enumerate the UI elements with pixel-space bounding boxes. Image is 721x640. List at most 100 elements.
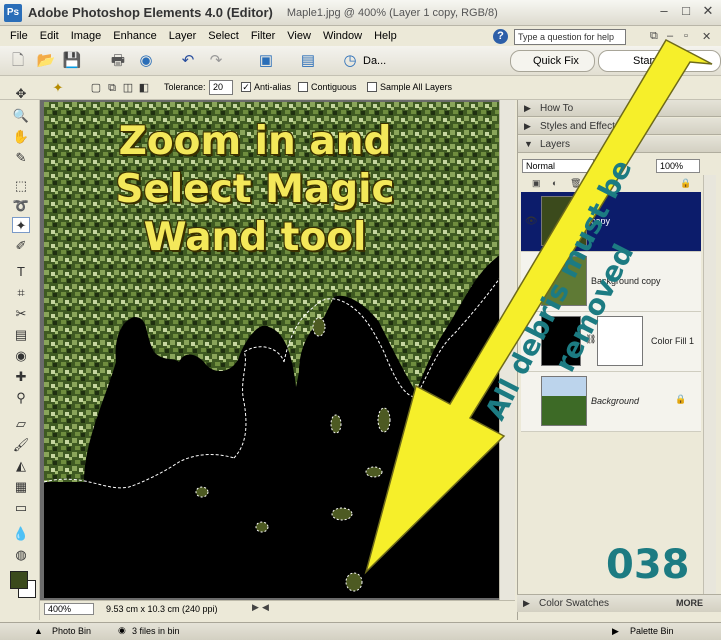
eye-icon[interactable]: 👁 [525, 216, 538, 227]
crop-tool-icon[interactable]: ⌗ [12, 285, 30, 301]
foreground-color-swatch[interactable] [10, 571, 28, 589]
brush-tool-icon[interactable]: 🖌 [12, 437, 30, 453]
intersect-selection-icon[interactable]: ◧ [134, 78, 154, 98]
instruction-overlay: Zoom in and Select Magic Wand tool [60, 118, 450, 262]
zoom-level-input[interactable]: 400% [44, 603, 94, 615]
menu-window[interactable]: Window [317, 30, 368, 42]
instruction-line: Zoom in and [118, 119, 392, 164]
menu-image[interactable]: Image [65, 30, 108, 42]
delete-layer-icon[interactable]: 🗑 [570, 178, 581, 189]
adjustment-layer-icon[interactable]: ◐ [552, 178, 557, 188]
clone-stamp-tool-icon[interactable]: ⚲ [12, 390, 30, 406]
blur-tool-icon[interactable]: 💧 [12, 526, 30, 542]
menu-view[interactable]: View [281, 30, 317, 42]
zoom-tool-icon[interactable]: 🔍 [12, 108, 30, 124]
help-icon[interactable]: ? [493, 29, 508, 44]
magic-wand-tool-icon[interactable]: ✦ [12, 217, 30, 233]
lock-layer-icon[interactable]: 🔒 [680, 178, 691, 189]
menu-filter[interactable]: Filter [245, 30, 281, 42]
menu-layer[interactable]: Layer [163, 30, 203, 42]
options-bar: ✦ ▢ ⧉ ◫ ◧ Tolerance: 20 ✓ Anti-alias Con… [0, 76, 721, 100]
more-button[interactable]: MORE [676, 595, 703, 612]
date-view-button[interactable]: Da... [363, 51, 386, 71]
hand-tool-icon[interactable]: ✋ [12, 129, 30, 145]
type-tool-icon[interactable]: T [12, 264, 30, 280]
layers-scrollbar[interactable] [703, 175, 716, 595]
new-file-icon[interactable]: 🗋 [8, 51, 28, 71]
layer-row[interactable]: Background 🔒 [521, 372, 701, 432]
collapse-triangle-icon: ▶ [524, 121, 531, 131]
new-layer-icon[interactable]: ▣ [532, 178, 541, 189]
paint-bucket-tool-icon[interactable]: ◭ [12, 458, 30, 474]
palette-bin-label[interactable]: Palette Bin [630, 626, 674, 636]
date-view-icon[interactable]: ◷ [340, 51, 360, 71]
toolbox: ✥ 🔍 ✋ ✎ ⬚ ➰ ✦ ✐ T ⌗ ✂ ▤ ◉ ✚ ⚲ ▱ 🖌 ◭ ▦ ▭ … [0, 86, 40, 620]
how-to-palette-header[interactable]: ▶ How To [518, 100, 721, 117]
save-icon[interactable]: 💾 [62, 51, 82, 71]
marquee-tool-icon[interactable]: ⬚ [12, 178, 30, 194]
bin-options-icon[interactable]: ◉ [118, 625, 126, 636]
lasso-tool-icon[interactable]: ➰ [12, 198, 30, 214]
healing-brush-tool-icon[interactable]: ✚ [12, 369, 30, 385]
doc-maximize-icon[interactable]: ▫ [684, 30, 688, 42]
organizer-icon[interactable]: ▤ [298, 51, 318, 71]
redo-icon[interactable]: ↷ [206, 51, 226, 71]
cookie-cutter-tool-icon[interactable]: ✂ [12, 306, 30, 322]
menu-file[interactable]: File [4, 30, 34, 42]
opacity-input[interactable]: 100% [656, 159, 700, 173]
red-eye-tool-icon[interactable]: ◉ [12, 348, 30, 364]
online-services-icon[interactable]: ◉ [136, 51, 156, 71]
palette-bin-toggle-icon[interactable]: ▶ [612, 626, 619, 637]
anti-alias-label: Anti-alias [254, 82, 292, 92]
straighten-tool-icon[interactable]: ▤ [12, 327, 30, 343]
layer-thumbnail [541, 376, 587, 426]
bottom-bar: ▲ Photo Bin ◉ 3 files in bin ▶ Palette B… [0, 622, 721, 640]
gradient-tool-icon[interactable]: ▦ [12, 479, 30, 495]
selection-brush-tool-icon[interactable]: ✐ [12, 238, 30, 254]
photo-browser-icon[interactable]: ▣ [256, 51, 276, 71]
menu-select[interactable]: Select [202, 30, 245, 42]
quick-fix-button[interactable]: Quick Fix [510, 50, 595, 72]
tolerance-input[interactable]: 20 [209, 80, 233, 95]
undo-icon[interactable]: ↶ [178, 51, 198, 71]
contiguous-checkbox[interactable] [298, 82, 308, 92]
color-swatches-label: Color Swatches [539, 598, 610, 609]
photo-bin-toggle-icon[interactable]: ▲ [34, 626, 43, 636]
move-tool-icon[interactable]: ✥ [12, 86, 30, 102]
close-button[interactable]: ✕ [701, 4, 715, 18]
standard-edit-button[interactable]: Standa [598, 50, 721, 72]
sponge-tool-icon[interactable]: ◍ [12, 547, 30, 563]
eyedropper-tool-icon[interactable]: ✎ [12, 150, 30, 166]
menu-edit[interactable]: Edit [34, 30, 65, 42]
title-bar: Ps Adobe Photoshop Elements 4.0 (Editor)… [0, 0, 721, 26]
help-search-input[interactable]: Type a question for help [514, 29, 626, 45]
minimize-button[interactable]: – [657, 4, 671, 18]
blend-mode-select[interactable]: Normal [522, 159, 594, 173]
eraser-tool-icon[interactable]: ▱ [12, 416, 30, 432]
doc-restore-icon[interactable]: ⧉ [650, 30, 658, 43]
document-size: 9.53 cm x 10.3 cm (240 ppi) [106, 604, 218, 614]
layers-label: Layers [540, 139, 571, 150]
print-icon[interactable]: 🖶 [108, 51, 128, 71]
anti-alias-checkbox[interactable]: ✓ [241, 82, 251, 92]
document-status-bar: 400% 9.53 cm x 10.3 cm (240 ppi) ▶ ◀ [40, 600, 515, 616]
doc-minimize-icon[interactable]: – [667, 30, 673, 42]
status-arrow-icon[interactable]: ▶ [252, 602, 259, 613]
color-swatches-palette-header[interactable]: ▶ Color Swatches MORE [517, 594, 721, 612]
doc-close-icon[interactable]: ✕ [702, 30, 711, 43]
photo-bin-label[interactable]: Photo Bin [52, 626, 91, 636]
tolerance-label: Tolerance: [164, 82, 206, 92]
scroll-left-icon[interactable]: ◀ [262, 602, 269, 613]
sample-all-layers-checkbox[interactable] [367, 82, 377, 92]
instruction-line: Select Magic [115, 166, 395, 212]
open-folder-icon[interactable]: 📂 [36, 51, 56, 71]
how-to-label: How To [540, 103, 574, 114]
maximize-button[interactable]: □ [679, 4, 693, 18]
sample-all-layers-label: Sample All Layers [380, 82, 453, 92]
collapse-triangle-icon: ▶ [523, 598, 530, 608]
shape-tool-icon[interactable]: ▭ [12, 500, 30, 516]
instruction-line: Wand tool [143, 214, 367, 260]
photoshop-logo-icon: Ps [4, 3, 22, 22]
menu-enhance[interactable]: Enhance [107, 30, 162, 42]
menu-help[interactable]: Help [368, 30, 403, 42]
